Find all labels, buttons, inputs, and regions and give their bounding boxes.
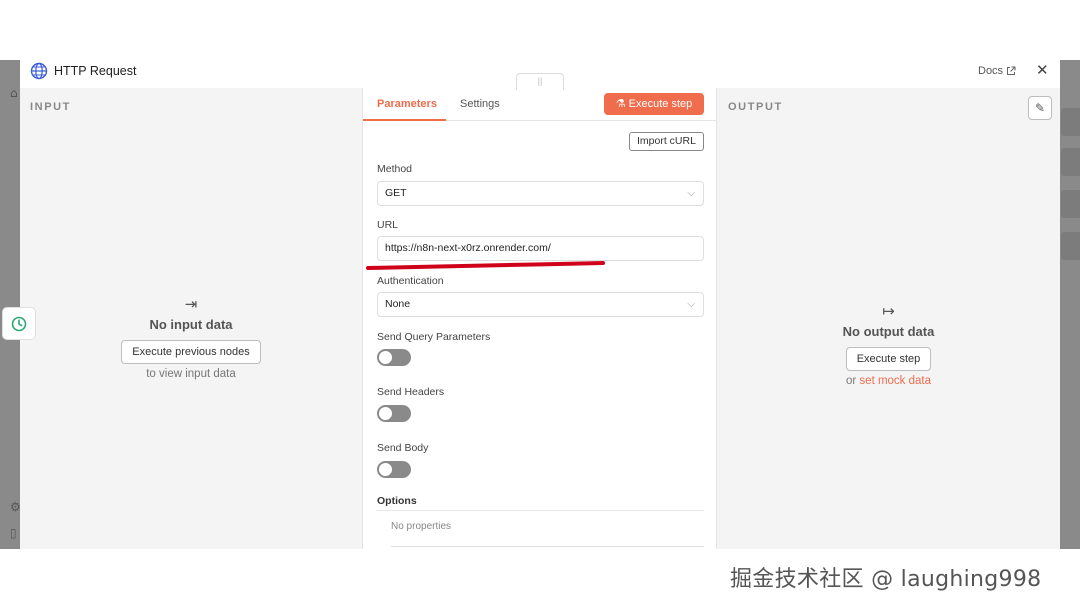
output-panel: OUTPUT ✎ ↦ No output data Execute step o… [717, 88, 1060, 549]
input-panel: INPUT ⇥ No input data Execute previous n… [20, 88, 362, 549]
output-empty-title: No output data [842, 324, 935, 339]
clock-icon [11, 316, 27, 332]
parameters-panel: Parameters Settings ⚗ Execute step Impor… [362, 88, 717, 549]
canvas-node-stub [1061, 148, 1080, 176]
send-query-parameters-toggle[interactable] [377, 349, 411, 366]
output-execute-step-button[interactable]: Execute step [845, 347, 932, 371]
execute-step-button[interactable]: ⚗ Execute step [604, 93, 704, 115]
input-empty-state: ⇥ No input data Execute previous nodes t… [20, 295, 362, 380]
authentication-label: Authentication [377, 275, 444, 287]
set-mock-data-link[interactable]: set mock data [859, 375, 931, 387]
external-link-icon [1007, 66, 1016, 75]
output-empty-hint: or set mock data [717, 375, 1060, 387]
close-icon[interactable]: ✕ [1036, 62, 1049, 80]
options-label: Options [377, 495, 417, 507]
output-hint-prefix: or [845, 375, 857, 387]
toggle-knob [379, 351, 392, 364]
send-body-label: Send Body [377, 442, 429, 454]
node-title[interactable]: HTTP Request [54, 64, 136, 78]
input-empty-title: No input data [149, 317, 233, 332]
canvas-node-stub [1061, 108, 1080, 136]
docs-link[interactable]: Docs [978, 65, 1016, 77]
execute-step-label: Execute step [628, 98, 693, 110]
send-headers-toggle[interactable] [377, 405, 411, 422]
send-body-toggle[interactable] [377, 461, 411, 478]
canvas-right-edge [1061, 60, 1080, 549]
options-list: No properties [377, 510, 704, 550]
toggle-knob [379, 407, 392, 420]
trash-icon[interactable]: ▯ [10, 526, 17, 540]
tab-parameters[interactable]: Parameters [377, 98, 437, 110]
authentication-value: None [385, 298, 411, 310]
input-panel-label: INPUT [30, 101, 71, 113]
send-headers-label: Send Headers [377, 386, 445, 398]
input-empty-hint: to view input data [146, 368, 236, 380]
options-divider [391, 546, 704, 547]
url-input[interactable]: https://n8n-next-x0rz.onrender.com/ [377, 236, 704, 261]
method-value: GET [385, 187, 407, 199]
panel-drag-handle[interactable]: || [516, 73, 564, 90]
method-label: Method [377, 163, 413, 175]
execute-previous-nodes-button[interactable]: Execute previous nodes [121, 340, 261, 364]
import-curl-button[interactable]: Import cURL [629, 132, 704, 151]
url-label: URL [377, 219, 399, 231]
arrow-to-right-icon: ↦ [882, 302, 895, 320]
watermark-text: 掘金技术社区 @ laughing998 [730, 567, 1042, 592]
pencil-icon[interactable]: ✎ [1028, 96, 1052, 120]
output-panel-label: OUTPUT [728, 101, 783, 113]
canvas-node-stub [1061, 232, 1080, 260]
chevron-down-icon: ⌵ [687, 188, 695, 199]
flask-icon: ⚗ [615, 98, 629, 110]
parameter-tabs: Parameters Settings ⚗ Execute step [363, 88, 716, 121]
node-details-modal: HTTP Request Docs ✕ || INPUT ⇥ No input … [20, 60, 1060, 549]
executions-tab[interactable] [2, 307, 36, 340]
output-empty-state: ↦ No output data Execute step or set moc… [717, 302, 1060, 387]
docs-label: Docs [978, 65, 1004, 77]
send-query-parameters-label: Send Query Parameters [377, 331, 491, 343]
home-icon[interactable]: ⌂ [10, 86, 18, 100]
chevron-down-icon: ⌵ [687, 299, 695, 310]
options-empty-text: No properties [391, 521, 452, 532]
authentication-select[interactable]: None ⌵ [377, 292, 704, 317]
tab-settings[interactable]: Settings [460, 98, 500, 110]
url-value: https://n8n-next-x0rz.onrender.com/ [385, 242, 551, 254]
method-select[interactable]: GET ⌵ [377, 181, 704, 206]
active-tab-indicator [363, 119, 446, 121]
canvas-node-stub [1061, 190, 1080, 218]
globe-icon [30, 62, 48, 80]
arrow-to-right-icon: ⇥ [184, 295, 198, 313]
toggle-knob [379, 463, 392, 476]
